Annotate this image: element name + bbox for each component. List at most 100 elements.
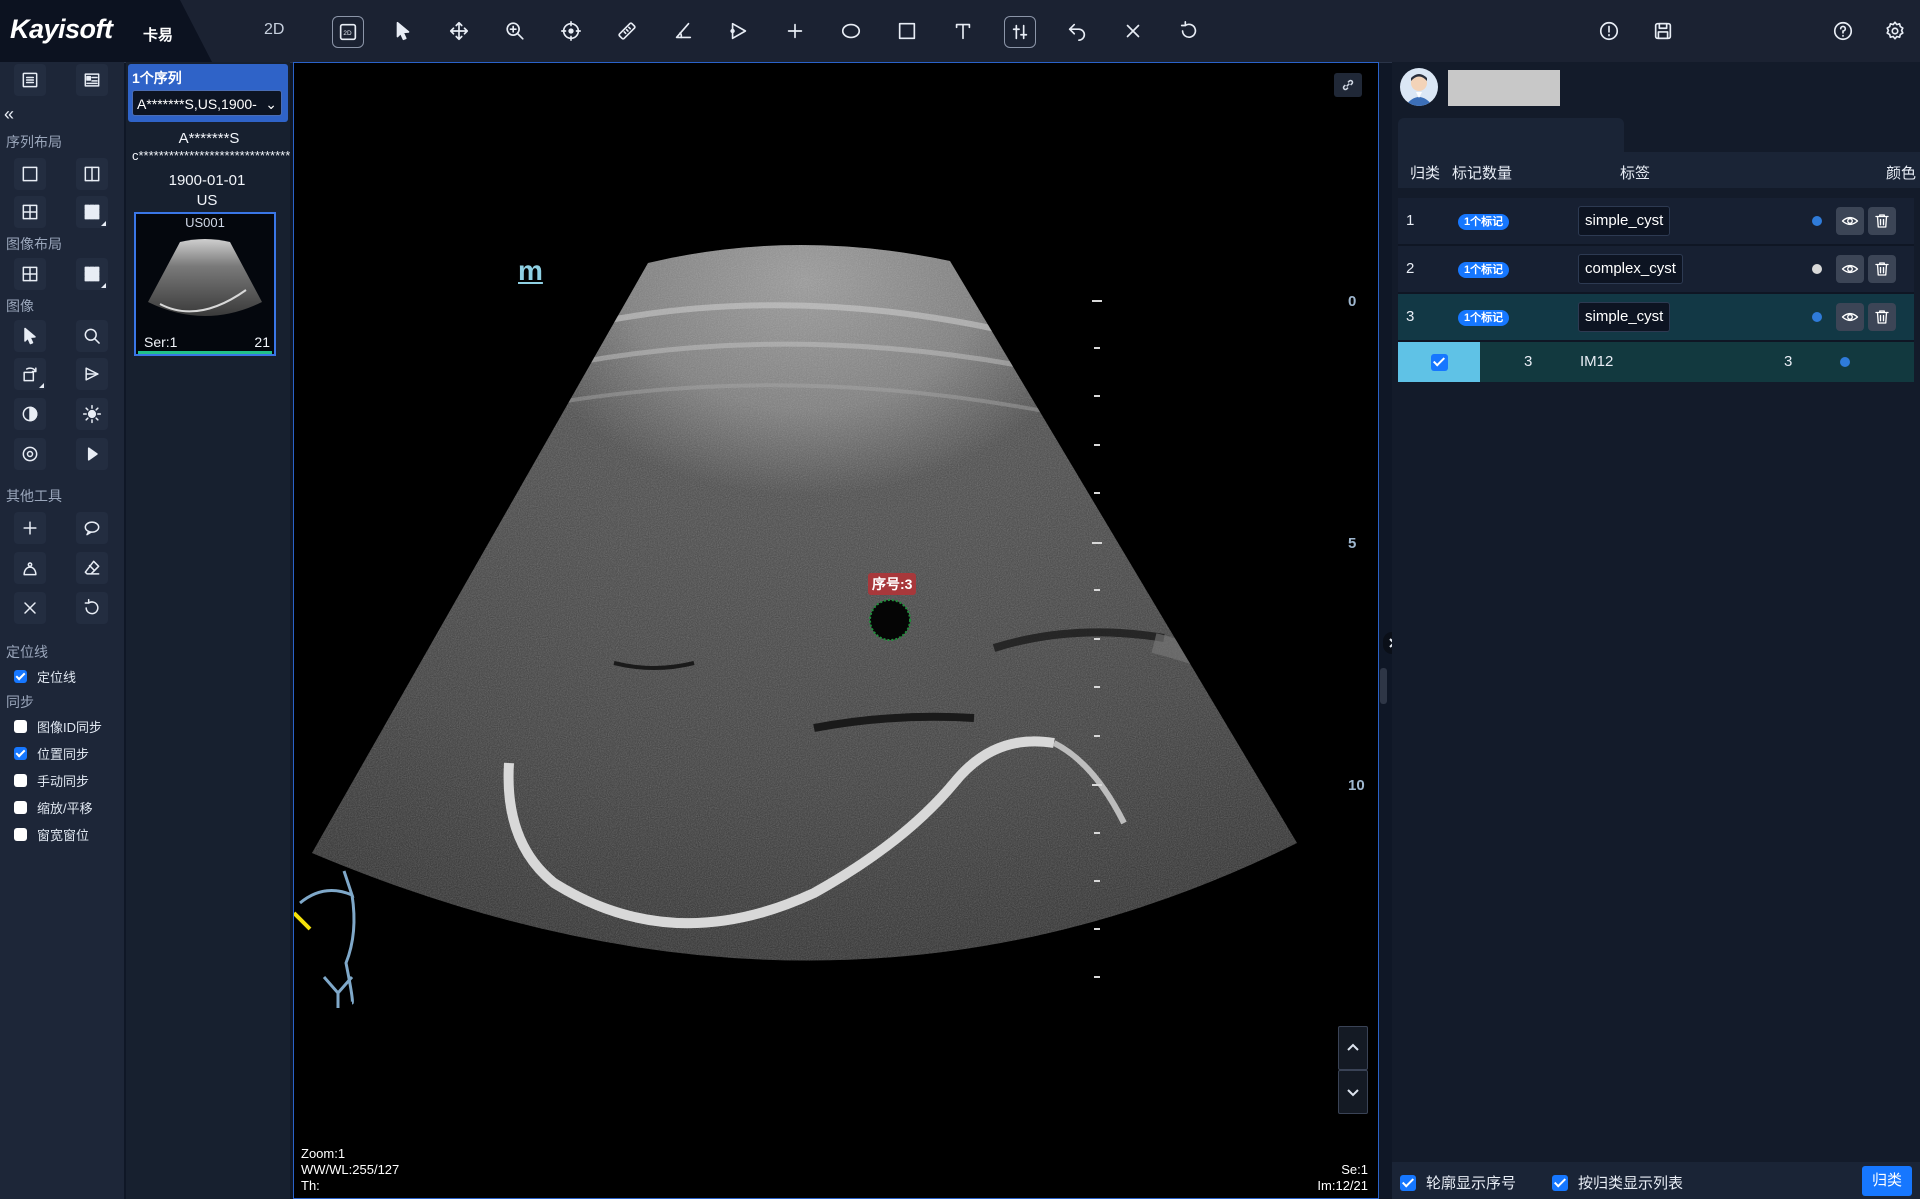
study-date: 1900-01-01 xyxy=(168,172,246,189)
eye-icon[interactable] xyxy=(1836,303,1864,331)
mark-count-badge: 1个标记 xyxy=(1458,310,1510,326)
thumbnail-progress xyxy=(138,351,272,354)
reset-icon[interactable] xyxy=(1172,14,1206,48)
crosshair-icon[interactable] xyxy=(554,14,588,48)
classify-button[interactable]: 归类 xyxy=(1861,1166,1912,1196)
zoom-pan-sync-checkbox[interactable]: 缩放/平移 xyxy=(14,798,93,817)
list-view-icon[interactable] xyxy=(14,64,46,96)
window-level-sync-checkbox[interactable]: 窗宽窗位 xyxy=(14,825,89,844)
pan-icon[interactable] xyxy=(442,14,476,48)
comment-icon[interactable] xyxy=(76,512,108,544)
undo-icon[interactable] xyxy=(1060,14,1094,48)
table-row[interactable]: 1 1个标记 simple_cyst xyxy=(1398,198,1914,246)
panel-splitter[interactable] xyxy=(1380,668,1387,704)
refresh-icon[interactable] xyxy=(76,592,108,624)
layout-2x2-icon[interactable] xyxy=(14,196,46,228)
detail-row-checkbox[interactable] xyxy=(1398,342,1480,382)
thumbnail-series: Ser:1 xyxy=(144,334,178,350)
rectangle-icon[interactable] xyxy=(890,14,924,48)
add-point-icon[interactable] xyxy=(14,512,46,544)
layout-grid-icon[interactable] xyxy=(76,196,108,228)
angle-icon[interactable] xyxy=(666,14,700,48)
save-icon[interactable] xyxy=(1646,14,1680,48)
select-pointer-icon[interactable] xyxy=(14,320,46,352)
trash-icon[interactable] xyxy=(1868,207,1896,235)
adjust-icon[interactable] xyxy=(1004,16,1036,48)
label-tag[interactable]: simple_cyst xyxy=(1578,206,1671,236)
settings-icon[interactable] xyxy=(1878,14,1912,48)
label-tag[interactable]: simple_cyst xyxy=(1578,302,1671,332)
ruler-icon[interactable] xyxy=(610,14,644,48)
thumbnail-name: US001 xyxy=(185,215,225,230)
collapse-left-icon[interactable]: « xyxy=(4,104,14,125)
eye-icon[interactable] xyxy=(1836,255,1864,283)
cine-loop-icon[interactable] xyxy=(14,438,46,470)
left-tool-panel: « 序列布局 图像布局 图像 其他工具 定位线 定位线 同步 图像ID同步 位置… xyxy=(0,62,124,1199)
color-dot[interactable] xyxy=(1812,264,1822,274)
patient-id: c****************************** xyxy=(132,148,290,163)
table-row[interactable]: 3 1个标记 simple_cyst xyxy=(1398,294,1914,342)
color-dot[interactable] xyxy=(1812,312,1822,322)
color-dot[interactable] xyxy=(1812,216,1822,226)
thumbnail-view-icon[interactable] xyxy=(76,64,108,96)
cross-icon[interactable] xyxy=(778,14,812,48)
detail-count: 3 xyxy=(1784,353,1793,370)
annotation-detail-row[interactable]: 3 IM12 3 xyxy=(1398,342,1914,382)
cyst-contour[interactable] xyxy=(869,599,911,641)
freehand-roi-icon[interactable] xyxy=(14,552,46,584)
image-layout-2x2-icon[interactable] xyxy=(14,258,46,290)
layout-1x2-icon[interactable] xyxy=(76,158,108,190)
scroll-down-button[interactable] xyxy=(1338,1070,1368,1114)
rotate-icon[interactable] xyxy=(14,358,46,390)
annotation-label[interactable]: 序号:3 xyxy=(868,573,917,595)
image-layout-grid-icon[interactable] xyxy=(76,258,108,290)
layout-2d-icon[interactable]: 2D xyxy=(332,16,364,48)
mode-2d-toggle[interactable]: 2D xyxy=(264,21,284,39)
show-list-by-class-checkbox[interactable]: 按归类显示列表 xyxy=(1552,1172,1683,1193)
avatar[interactable] xyxy=(1400,68,1438,106)
polygon-icon[interactable] xyxy=(722,14,756,48)
magnify-icon[interactable] xyxy=(76,320,108,352)
position-sync-checkbox[interactable]: 位置同步 xyxy=(14,744,89,763)
top-toolbar: Kayisoft 卡易 2D 2D xyxy=(0,0,1920,63)
clear-icon[interactable] xyxy=(14,592,46,624)
series-select[interactable]: A*******S,US,1900- ⌄ xyxy=(132,90,282,116)
label-tag[interactable]: complex_cyst xyxy=(1578,254,1683,284)
image-id-sync-checkbox[interactable]: 图像ID同步 xyxy=(14,717,102,736)
flip-icon[interactable] xyxy=(76,358,108,390)
overlay-wwwl: WW/WL:255/127 xyxy=(301,1162,400,1177)
ellipse-icon[interactable] xyxy=(834,14,868,48)
table-header: 归类 标记数量 标签 颜色 xyxy=(1398,152,1920,188)
trash-icon[interactable] xyxy=(1868,303,1896,331)
probe-indicator xyxy=(294,911,312,931)
pointer-icon[interactable] xyxy=(386,14,420,48)
zoom-icon[interactable] xyxy=(498,14,532,48)
brightness-icon[interactable] xyxy=(76,398,108,430)
trash-icon[interactable] xyxy=(1868,255,1896,283)
info-icon[interactable] xyxy=(1594,16,1624,46)
close-icon[interactable] xyxy=(1116,14,1150,48)
layout-1x1-icon[interactable] xyxy=(14,158,46,190)
eye-icon[interactable] xyxy=(1836,207,1864,235)
scroll-up-button[interactable] xyxy=(1338,1026,1368,1070)
invert-icon[interactable] xyxy=(14,398,46,430)
thumbnail-image xyxy=(148,239,262,316)
series-header: 1个序列 A*******S,US,1900- ⌄ xyxy=(128,64,288,122)
series-thumbnail[interactable]: US001 Ser:1 21 xyxy=(134,212,276,356)
link-icon[interactable] xyxy=(1334,73,1362,97)
manual-sync-checkbox[interactable]: 手动同步 xyxy=(14,771,89,790)
svg-text:2D: 2D xyxy=(343,30,352,37)
help-icon[interactable] xyxy=(1826,14,1860,48)
locator-line-checkbox[interactable]: 定位线 xyxy=(14,667,76,686)
show-contour-index-checkbox[interactable]: 轮廓显示序号 xyxy=(1400,1172,1516,1193)
play-icon[interactable] xyxy=(76,438,108,470)
eraser-icon[interactable] xyxy=(76,552,108,584)
tab-annotations[interactable] xyxy=(1398,118,1624,154)
text-icon[interactable] xyxy=(946,14,980,48)
overlay-image-index: Im:12/21 xyxy=(1317,1178,1368,1193)
depth-label-5: 5 xyxy=(1348,535,1357,552)
table-row[interactable]: 2 1个标记 complex_cyst xyxy=(1398,246,1914,294)
mark-count-badge: 1个标记 xyxy=(1458,262,1510,278)
image-viewport[interactable]: m 序号:3 0 5 10 Zoom:1 WW/WL:255/127 Th: S… xyxy=(293,62,1379,1199)
section-other-tools: 其他工具 xyxy=(6,488,62,504)
